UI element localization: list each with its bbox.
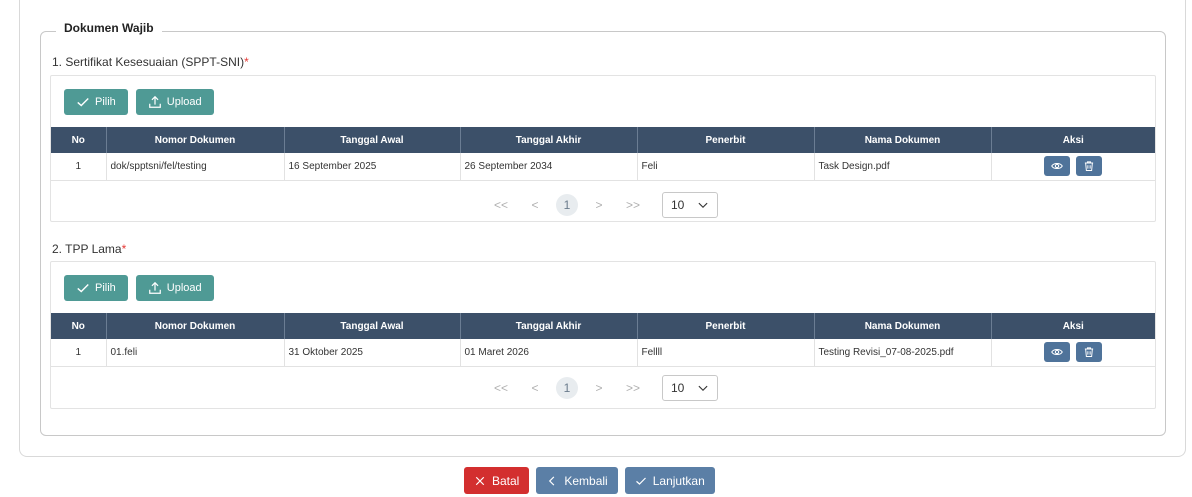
col-penerbit: Penerbit [637,127,815,153]
check-icon [77,98,89,107]
first-page-button[interactable]: << [488,198,514,212]
last-page-button[interactable]: >> [620,381,646,395]
col-tanggal-akhir: Tanggal Akhir [460,313,638,339]
col-nomor-dokumen: Nomor Dokumen [106,313,285,339]
trash-icon [1085,347,1094,358]
eye-icon [1051,349,1064,356]
delete-button[interactable] [1076,342,1103,363]
cell-tanggal-akhir: 01 Maret 2026 [460,339,638,367]
check-icon [635,477,646,485]
col-tanggal-awal: Tanggal Awal [284,313,461,339]
last-page-button[interactable]: >> [620,198,646,212]
tpp-table: No Nomor Dokumen Tanggal Awal Tanggal Ak… [51,313,1155,367]
prev-page-button[interactable]: < [522,198,548,212]
tpp-panel: Pilih Upload No Nomor Dokumen Tanggal Aw… [50,261,1156,409]
kembali-button[interactable]: Kembali [536,467,618,494]
section-title-sppt: 1. Sertifikat Kesesuaian (SPPT-SNI)* [52,55,249,69]
upload-icon [148,95,161,108]
upload-button[interactable]: Upload [135,89,214,115]
cell-nomor-dokumen: dok/spptsni/fel/testing [106,153,285,181]
upload-button[interactable]: Upload [135,275,214,301]
sppt-table: No Nomor Dokumen Tanggal Awal Tanggal Ak… [51,127,1155,181]
cell-no: 1 [51,339,107,367]
col-aksi: Aksi [991,313,1155,339]
chevron-down-icon [698,385,708,392]
pagination: << < 1 > >> 10 [51,192,1155,218]
chevron-down-icon [698,202,708,209]
next-page-button[interactable]: > [586,381,612,395]
batal-button[interactable]: Batal [464,467,530,494]
x-icon [475,476,485,485]
pagination: << < 1 > >> 10 [51,375,1155,401]
col-nomor-dokumen: Nomor Dokumen [106,127,285,153]
view-button[interactable] [1044,342,1071,363]
cell-aksi [991,339,1155,367]
pilih-button[interactable]: Pilih [64,275,128,301]
section-title-tpp: 2. TPP Lama* [52,242,127,256]
table-row: 1 01.feli 31 Oktober 2025 01 Maret 2026 … [51,339,1155,367]
col-aksi: Aksi [991,127,1155,153]
required-mark: * [121,242,127,256]
current-page[interactable]: 1 [556,194,578,216]
cell-nomor-dokumen: 01.feli [106,339,285,367]
cell-aksi [991,153,1155,181]
trash-icon [1085,161,1094,172]
col-nama-dokumen: Nama Dokumen [814,313,992,339]
cell-nama-dokumen: Testing Revisi_07-08-2025.pdf [814,339,992,367]
eye-icon [1051,163,1064,170]
fieldset-legend: Dokumen Wajib [56,21,162,35]
cell-penerbit: Feli [637,153,815,181]
current-page[interactable]: 1 [556,377,578,399]
cell-tanggal-akhir: 26 September 2034 [460,153,638,181]
sppt-panel: Pilih Upload No Nomor Dokumen Tanggal Aw… [50,75,1156,222]
cell-tanggal-awal: 31 Oktober 2025 [284,339,461,367]
upload-icon [148,281,161,294]
pilih-button[interactable]: Pilih [64,89,128,115]
page-size-select[interactable]: 10 [662,375,718,401]
table-header: No Nomor Dokumen Tanggal Awal Tanggal Ak… [51,313,1155,339]
lanjutkan-button[interactable]: Lanjutkan [624,467,715,494]
col-tanggal-awal: Tanggal Awal [284,127,461,153]
col-no: No [51,313,107,339]
required-mark: * [244,55,249,69]
col-nama-dokumen: Nama Dokumen [814,127,992,153]
table-row: 1 dok/spptsni/fel/testing 16 September 2… [51,153,1155,181]
cell-nama-dokumen: Task Design.pdf [814,153,992,181]
check-icon [77,284,89,293]
first-page-button[interactable]: << [488,381,514,395]
col-penerbit: Penerbit [637,313,815,339]
delete-button[interactable] [1076,156,1103,177]
cell-tanggal-awal: 16 September 2025 [284,153,461,181]
col-no: No [51,127,107,153]
footer-actions: Batal Kembali Lanjutkan [464,467,715,494]
view-button[interactable] [1044,156,1071,177]
next-page-button[interactable]: > [586,198,612,212]
cell-penerbit: Fellll [637,339,815,367]
cell-no: 1 [51,153,107,181]
table-header: No Nomor Dokumen Tanggal Awal Tanggal Ak… [51,127,1155,153]
page-size-select[interactable]: 10 [662,192,718,218]
col-tanggal-akhir: Tanggal Akhir [460,127,638,153]
prev-page-button[interactable]: < [522,381,548,395]
chevron-left-icon [549,475,555,486]
